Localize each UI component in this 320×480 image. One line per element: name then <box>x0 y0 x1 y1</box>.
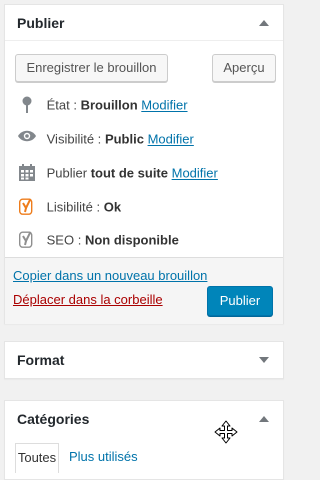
schedule-value: tout de suite <box>90 165 168 181</box>
triangle-down-icon[interactable] <box>259 356 269 364</box>
publish-box-title: Publier <box>17 15 65 31</box>
move-cursor-icon <box>214 420 238 444</box>
publish-button[interactable]: Publier <box>207 286 273 316</box>
save-draft-button[interactable]: Enregistrer le brouillon <box>15 54 168 82</box>
seo-label: SEO : <box>46 232 82 248</box>
copy-to-draft-link[interactable]: Copier dans un nouveau brouillon <box>13 268 207 283</box>
tab-most-used[interactable]: Plus utilisés <box>69 443 138 473</box>
preview-button[interactable]: Aperçu <box>212 54 276 82</box>
status-row: État : Brouillon Modifier <box>17 95 188 115</box>
format-box-header[interactable]: Format <box>5 342 283 378</box>
triangle-up-icon[interactable] <box>259 19 269 27</box>
yoast-readability-icon <box>17 197 37 218</box>
categories-box-title: Catégories <box>17 411 90 427</box>
move-to-trash-link[interactable]: Déplacer dans la corbeille <box>13 292 163 307</box>
readability-value: Ok <box>103 199 122 215</box>
seo-row: SEO : Non disponible <box>17 230 179 250</box>
eye-icon <box>17 130 37 150</box>
categories-box-header[interactable]: Catégories <box>5 401 283 437</box>
visibility-value: Public <box>104 131 144 147</box>
format-box-title: Format <box>17 352 65 368</box>
status-value: Brouillon <box>80 97 138 113</box>
pin-icon <box>17 96 37 116</box>
calendar-icon <box>17 163 37 184</box>
tab-all-categories[interactable]: Toutes <box>15 443 59 473</box>
publish-actions: Copier dans un nouveau brouillon Déplace… <box>5 257 283 324</box>
publish-box: Publier Enregistrer le brouillon Aperçu … <box>4 4 284 324</box>
edit-schedule-link[interactable]: Modifier <box>172 166 218 181</box>
visibility-label: Visibilité : <box>46 131 102 147</box>
format-box: Format <box>4 341 284 379</box>
edit-visibility-link[interactable]: Modifier <box>148 132 194 147</box>
publish-box-header[interactable]: Publier <box>5 5 283 41</box>
edit-status-link[interactable]: Modifier <box>141 98 187 113</box>
readability-label: Lisibilité : <box>46 199 101 215</box>
status-label: État : <box>46 97 77 113</box>
seo-value: Non disponible <box>84 232 179 248</box>
readability-row: Lisibilité : Ok <box>17 197 121 217</box>
triangle-up-icon[interactable] <box>259 415 269 423</box>
visibility-row: Visibilité : Public Modifier <box>17 129 194 149</box>
schedule-row: Publier tout de suite Modifier <box>17 163 218 183</box>
yoast-seo-icon <box>17 230 37 251</box>
categories-box: Catégories Toutes Plus utilisés <box>4 400 284 480</box>
schedule-label: Publier <box>46 165 88 181</box>
